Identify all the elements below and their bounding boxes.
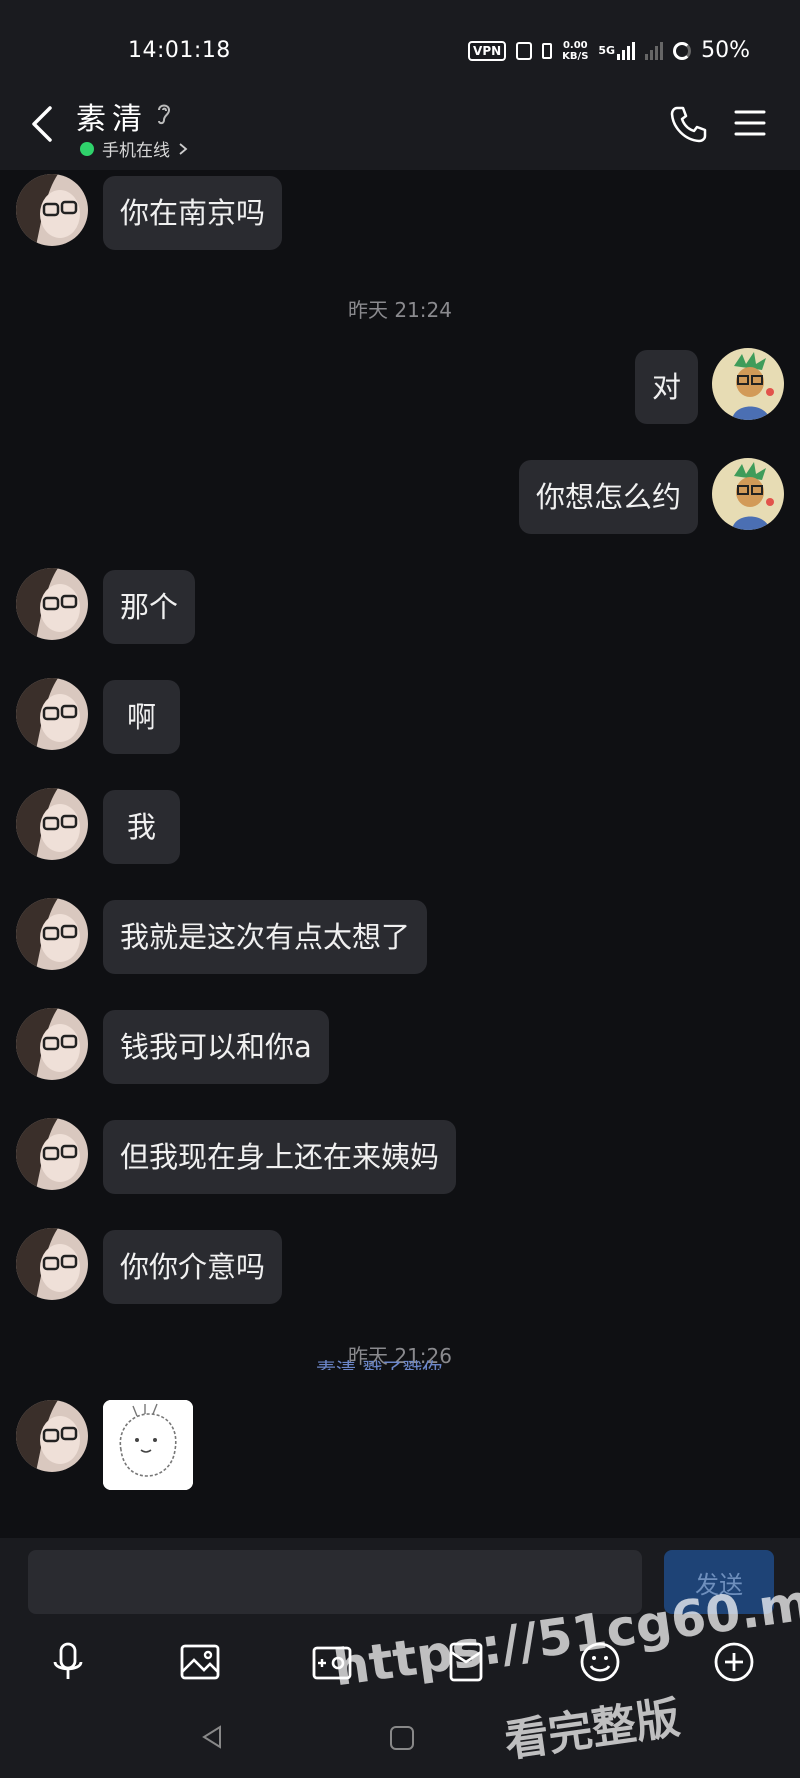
- message-bubble[interactable]: 你在南京吗: [103, 176, 283, 250]
- message-bubble[interactable]: 你你介意吗: [103, 1230, 283, 1304]
- online-dot: [80, 141, 94, 156]
- message-bubble[interactable]: 钱我可以和你a: [103, 1010, 329, 1084]
- online-status-label: 手机在线: [102, 141, 170, 161]
- vibrate-icon: [542, 42, 553, 59]
- back-icon[interactable]: [24, 102, 60, 146]
- online-status[interactable]: 手机在线: [80, 136, 188, 161]
- message-bubble[interactable]: 对: [634, 350, 698, 424]
- message-incoming: 你在南京吗: [16, 174, 283, 250]
- emoji-icon[interactable]: [576, 1638, 624, 1686]
- user-avatar[interactable]: [712, 458, 784, 530]
- phone-call-icon[interactable]: [668, 104, 708, 144]
- message-bubble[interactable]: 啊: [103, 680, 181, 754]
- input-area: 发送: [0, 1538, 800, 1778]
- network-speed: 0.00 KB/S: [562, 40, 588, 62]
- ear-icon: [158, 104, 171, 125]
- message-incoming: 我就是这次有点太想了: [16, 898, 428, 974]
- message-incoming: 啊: [16, 678, 181, 754]
- message-incoming: 你你介意吗: [16, 1228, 283, 1304]
- contact-avatar[interactable]: [16, 1008, 88, 1080]
- message-incoming: 那个: [16, 568, 196, 644]
- contact-avatar[interactable]: [16, 174, 88, 246]
- time-separator: 昨天 21:24: [348, 298, 452, 322]
- message-outgoing: 对: [634, 348, 784, 424]
- contact-avatar[interactable]: [16, 678, 88, 750]
- nav-back-icon[interactable]: [200, 1724, 226, 1750]
- contact-avatar[interactable]: [16, 1400, 88, 1472]
- nfc-icon: [516, 41, 533, 60]
- sticker-image[interactable]: [103, 1400, 193, 1490]
- network-type: 5G: [598, 44, 616, 57]
- message-bubble[interactable]: 但我现在身上还在来姨妈: [103, 1120, 457, 1194]
- contact-avatar[interactable]: [16, 898, 88, 970]
- image-icon[interactable]: [176, 1638, 224, 1686]
- message-bubble[interactable]: 我就是这次有点太想了: [103, 900, 428, 974]
- network-speed-unit: KB/S: [562, 50, 589, 62]
- send-button[interactable]: 发送: [664, 1550, 774, 1614]
- message-incoming: [16, 1400, 193, 1490]
- signal-2-icon: [645, 41, 664, 60]
- message-outgoing: 你想怎么约: [518, 458, 784, 534]
- message-incoming: 我: [16, 788, 181, 864]
- contact-avatar[interactable]: [16, 788, 88, 860]
- contact-avatar[interactable]: [16, 568, 88, 640]
- message-input[interactable]: [28, 1550, 642, 1614]
- message-bubble[interactable]: 我: [103, 790, 181, 864]
- chat-header: 素清 手机在线: [0, 80, 800, 170]
- contact-avatar[interactable]: [16, 1118, 88, 1190]
- nav-home-icon[interactable]: [390, 1726, 414, 1750]
- chevron-right-icon: [179, 142, 188, 155]
- battery-percent: 50%: [701, 38, 750, 63]
- poke-notice: 素清 戳了戳你: [316, 1358, 443, 1370]
- message-list[interactable]: 你在南京吗 昨天 21:24 对 你想怎么约 那个 啊 我 我就是这次有点太想了…: [0, 170, 800, 1538]
- vpn-badge: VPN: [468, 40, 507, 61]
- message-bubble[interactable]: 你想怎么约: [518, 460, 698, 534]
- plus-icon[interactable]: [710, 1638, 758, 1686]
- message-bubble[interactable]: 那个: [103, 570, 196, 644]
- network-speed-value: 0.00: [562, 39, 588, 51]
- user-avatar[interactable]: [712, 348, 784, 420]
- signal-icon: [617, 41, 636, 60]
- message-incoming: 钱我可以和你a: [16, 1008, 329, 1084]
- red-packet-icon[interactable]: [442, 1638, 490, 1686]
- status-bar: 14:01:18 VPN 0.00 KB/S 5G 50%: [0, 0, 800, 80]
- message-incoming: 但我现在身上还在来姨妈: [16, 1118, 457, 1194]
- camera-icon[interactable]: [308, 1638, 356, 1686]
- microphone-icon[interactable]: [44, 1638, 92, 1686]
- contact-avatar[interactable]: [16, 1228, 88, 1300]
- battery-icon: [673, 41, 692, 60]
- contact-name[interactable]: 素清: [76, 94, 148, 138]
- status-time: 14:01:18: [128, 38, 231, 63]
- status-indicators: VPN 0.00 KB/S 5G 50%: [468, 38, 750, 63]
- menu-icon[interactable]: [734, 108, 766, 138]
